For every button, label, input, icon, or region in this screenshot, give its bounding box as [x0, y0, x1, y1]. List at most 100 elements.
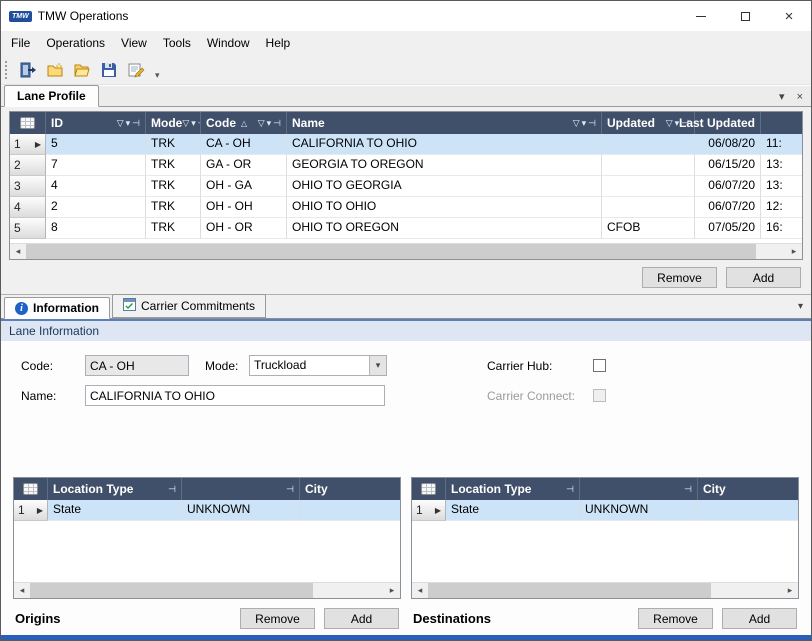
detail-pane-menu-icon[interactable]: ▾	[798, 301, 803, 312]
origins-add-button[interactable]: Add	[324, 608, 399, 629]
table-row[interactable]: 5 8 TRK OH - OR OHIO TO OREGON CFOB 07/0…	[10, 218, 802, 239]
toolbar-overflow-icon[interactable]: ▾	[151, 70, 164, 81]
column-header-id[interactable]: ID ▽▾⊣	[46, 112, 146, 134]
scroll-right-icon[interactable]: ▸	[384, 583, 400, 598]
carrier-connect-label: Carrier Connect:	[487, 389, 593, 403]
mode-select[interactable]: Truckload ▾	[249, 355, 387, 376]
carrier-hub-label: Carrier Hub:	[487, 359, 593, 373]
table-row[interactable]: 1▶ State UNKNOWN	[14, 500, 400, 521]
table-row[interactable]: 1▶ 5 TRK CA - OH CALIFORNIA TO OHIO 06/0…	[10, 134, 802, 155]
scroll-right-icon[interactable]: ▸	[786, 244, 802, 259]
remove-button[interactable]: Remove	[642, 267, 717, 288]
table-row[interactable]: 4 2 TRK OH - OH OHIO TO OHIO 06/07/20 12…	[10, 197, 802, 218]
scrollbar-thumb[interactable]	[30, 583, 313, 598]
menu-window[interactable]: Window	[199, 32, 258, 54]
column-header-last-updated[interactable]: Last Updated	[695, 112, 761, 134]
menu-bar: File Operations View Tools Window Help	[1, 31, 811, 55]
current-row-marker: ▶	[37, 506, 43, 515]
row-header[interactable]: 5	[10, 218, 46, 239]
menu-file[interactable]: File	[3, 32, 38, 54]
lane-grid-header: ID ▽▾⊣ Mode ▽▾⊣ Code △ ▽▾⊣ Name ▽▾⊣ Upda…	[10, 112, 802, 134]
tab-lane-profile[interactable]: Lane Profile	[4, 85, 99, 107]
title-bar: TMW TMW Operations ×	[1, 1, 811, 31]
open-folder-icon[interactable]	[70, 58, 94, 82]
column-header-blank[interactable]: ⊣	[182, 478, 300, 500]
table-row[interactable]: 1▶ State UNKNOWN	[412, 500, 798, 521]
tab-information[interactable]: i Information	[4, 297, 110, 319]
horizontal-scrollbar[interactable]: ◂ ▸	[412, 582, 798, 598]
edit-icon[interactable]	[124, 58, 148, 82]
row-header[interactable]: 3	[10, 176, 46, 197]
filter-funnel-icon: ▽	[573, 118, 580, 129]
destinations-grid: Location Type ⊣ ⊣ City 1▶ State UNK	[411, 477, 799, 599]
destinations-remove-button[interactable]: Remove	[638, 608, 713, 629]
column-header-location-type[interactable]: Location Type ⊣	[48, 478, 182, 500]
select-all-cell[interactable]	[10, 112, 46, 134]
select-all-cell[interactable]	[412, 478, 446, 500]
exit-icon[interactable]	[16, 58, 40, 82]
select-all-icon	[421, 483, 436, 495]
scrollbar-track[interactable]	[428, 583, 782, 598]
combo-dropdown-icon[interactable]: ▾	[369, 356, 386, 375]
scrollbar-track[interactable]	[30, 583, 384, 598]
toolbar-grip[interactable]	[5, 61, 9, 79]
scrollbar-track[interactable]	[26, 244, 786, 259]
app-logo-icon: TMW	[9, 11, 32, 22]
destinations-add-button[interactable]: Add	[722, 608, 797, 629]
code-input[interactable]	[85, 355, 189, 376]
destinations-grid-header: Location Type ⊣ ⊣ City	[412, 478, 798, 500]
column-header-name[interactable]: Name ▽▾⊣	[287, 112, 602, 134]
new-folder-icon[interactable]	[43, 58, 67, 82]
horizontal-scrollbar[interactable]: ◂ ▸	[10, 243, 802, 259]
tab-carrier-commitments[interactable]: Carrier Commitments	[112, 294, 266, 318]
table-row[interactable]: 3 4 TRK OH - GA OHIO TO GEORGIA 06/07/20…	[10, 176, 802, 197]
column-header-location-type[interactable]: Location Type ⊣	[446, 478, 580, 500]
scrollbar-thumb[interactable]	[428, 583, 711, 598]
row-header[interactable]: 1▶	[14, 500, 48, 521]
row-header[interactable]: 1▶	[10, 134, 46, 155]
row-header[interactable]: 4	[10, 197, 46, 218]
row-header[interactable]: 2	[10, 155, 46, 176]
pin-icon: ⊣	[132, 118, 140, 129]
menu-help[interactable]: Help	[258, 32, 299, 54]
scrollbar-thumb[interactable]	[26, 244, 756, 259]
maximize-button[interactable]	[723, 1, 767, 31]
menu-operations[interactable]: Operations	[38, 32, 113, 54]
scroll-left-icon[interactable]: ◂	[14, 583, 30, 598]
column-header-code[interactable]: Code △ ▽▾⊣	[201, 112, 287, 134]
add-button[interactable]: Add	[726, 267, 801, 288]
lane-profile-tabstrip: Lane Profile ▾ ×	[1, 85, 811, 107]
name-input[interactable]	[85, 385, 385, 406]
column-header-city[interactable]: City	[300, 478, 400, 500]
select-all-icon	[23, 483, 38, 495]
code-label: Code:	[21, 359, 85, 373]
column-header-city[interactable]: City	[698, 478, 798, 500]
origins-remove-button[interactable]: Remove	[240, 608, 315, 629]
save-icon[interactable]	[97, 58, 121, 82]
column-header-mode[interactable]: Mode ▽▾⊣	[146, 112, 201, 134]
carrier-hub-checkbox[interactable]	[593, 359, 606, 372]
destinations-panel: Location Type ⊣ ⊣ City 1▶ State UNK	[411, 477, 799, 635]
select-all-cell[interactable]	[14, 478, 48, 500]
toolbar: ▾	[1, 55, 811, 85]
horizontal-scrollbar[interactable]: ◂ ▸	[14, 582, 400, 598]
sort-ascending-icon: △	[241, 119, 247, 128]
pane-menu-icon[interactable]: ▾	[779, 90, 785, 103]
menu-view[interactable]: View	[113, 32, 155, 54]
scroll-left-icon[interactable]: ◂	[10, 244, 26, 259]
mode-label: Mode:	[205, 359, 249, 373]
detail-tabstrip: i Information Carrier Commitments ▾	[1, 295, 811, 319]
close-button[interactable]: ×	[767, 1, 811, 31]
carrier-connect-checkbox	[593, 389, 606, 402]
scroll-left-icon[interactable]: ◂	[412, 583, 428, 598]
column-header-blank[interactable]: ⊣	[580, 478, 698, 500]
pin-icon: ⊣	[273, 118, 281, 129]
minimize-button[interactable]	[679, 1, 723, 31]
origins-footer: Origins Remove Add	[13, 599, 401, 635]
window-title: TMW Operations	[38, 9, 129, 23]
row-header[interactable]: 1▶	[412, 500, 446, 521]
pane-close-icon[interactable]: ×	[797, 91, 803, 103]
menu-tools[interactable]: Tools	[155, 32, 199, 54]
table-row[interactable]: 2 7 TRK GA - OR GEORGIA TO OREGON 06/15/…	[10, 155, 802, 176]
scroll-right-icon[interactable]: ▸	[782, 583, 798, 598]
